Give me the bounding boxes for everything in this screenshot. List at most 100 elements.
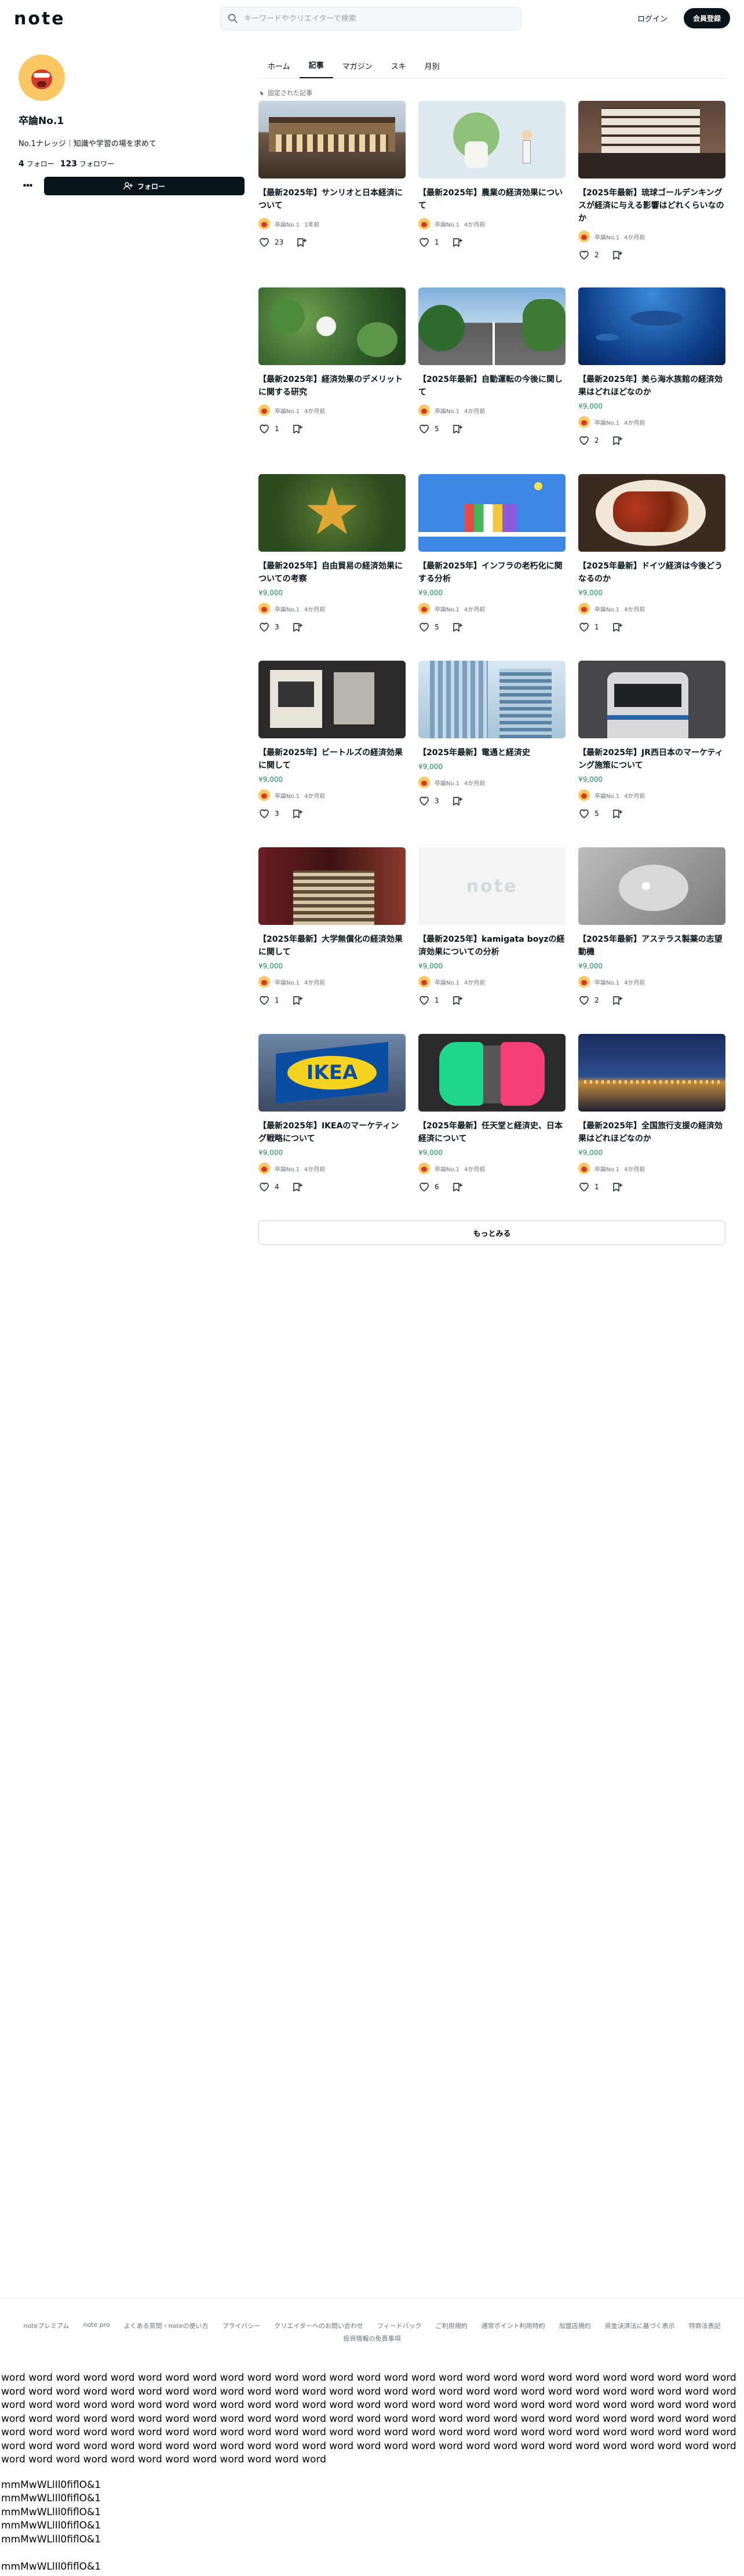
article-title[interactable]: 【最新2025年】JR西日本のマーケティング施策について bbox=[578, 746, 725, 772]
article-card[interactable]: 【最新2025年】ビートルズの経済効果に関して ¥9,000 卒論No.1 4か月前 3 bbox=[258, 661, 406, 847]
author-name[interactable]: 卒論No.1 bbox=[275, 220, 300, 228]
article-thumbnail[interactable] bbox=[418, 101, 566, 178]
article-title[interactable]: 【2025年最新】アステラス製薬の志望動機 bbox=[578, 933, 725, 959]
signup-button[interactable]: 会員登録 bbox=[683, 8, 730, 28]
author-name[interactable]: 卒論No.1 bbox=[275, 406, 300, 415]
creator-name[interactable]: 卒論No.1 bbox=[19, 112, 245, 127]
article-thumbnail[interactable] bbox=[578, 101, 725, 178]
article-title[interactable]: 【2025年最新】任天堂と経済史、日本経済について bbox=[418, 1120, 566, 1145]
heart-icon[interactable] bbox=[418, 236, 430, 248]
footer-link[interactable]: 特商法表記 bbox=[689, 2321, 721, 2330]
magazine-add-icon[interactable] bbox=[292, 994, 304, 1006]
tab-2[interactable]: マガジン bbox=[333, 60, 382, 78]
article-thumbnail[interactable] bbox=[258, 287, 406, 365]
heart-icon[interactable] bbox=[258, 994, 270, 1006]
author-name[interactable]: 卒論No.1 bbox=[595, 232, 619, 241]
author-avatar[interactable] bbox=[418, 405, 430, 416]
magazine-add-icon[interactable] bbox=[296, 236, 308, 248]
magazine-add-icon[interactable] bbox=[452, 1181, 464, 1193]
follower-count[interactable]: 123 フォロワー bbox=[60, 159, 114, 169]
article-title[interactable]: 【2025年最新】電通と経済史 bbox=[418, 746, 566, 759]
article-title[interactable]: 【最新2025年】インフラの老朽化に関する分析 bbox=[418, 560, 566, 585]
footer-link[interactable]: 加盟店規約 bbox=[559, 2321, 591, 2330]
load-more-button[interactable]: もっとみる bbox=[258, 1220, 725, 1245]
article-thumbnail[interactable] bbox=[578, 1034, 725, 1112]
article-thumbnail[interactable] bbox=[258, 661, 406, 738]
author-avatar[interactable] bbox=[258, 976, 270, 988]
more-options-button[interactable]: ••• bbox=[19, 177, 37, 195]
author-avatar[interactable] bbox=[578, 231, 590, 242]
article-thumbnail[interactable] bbox=[578, 847, 725, 925]
magazine-add-icon[interactable] bbox=[452, 423, 464, 435]
heart-icon[interactable] bbox=[418, 795, 430, 807]
article-card[interactable]: 【最新2025年】サンリオと日本経済について 卒論No.1 1年前 23 bbox=[258, 101, 406, 287]
article-thumbnail[interactable] bbox=[578, 661, 725, 738]
article-card[interactable]: 【最新2025年】全国旅行支援の経済効果はどれほどなのか ¥9,000 卒論No.1… bbox=[578, 1034, 725, 1220]
footer-link[interactable]: 投資情報の免責事項 bbox=[344, 2334, 401, 2343]
article-card[interactable]: 【最新2025年】経済効果のデメリットに関する研究 卒論No.1 4か月前 1 bbox=[258, 287, 406, 474]
article-title[interactable]: 【最新2025年】自由貿易の経済効果についての考察 bbox=[258, 560, 406, 585]
search-box[interactable] bbox=[220, 7, 521, 30]
article-thumbnail[interactable]: note bbox=[418, 847, 566, 925]
article-card[interactable]: 【2025年最新】琉球ゴールデンキングスが経済に与える影響はどれくらいなのか 卒論… bbox=[578, 101, 725, 287]
tab-3[interactable]: スキ bbox=[382, 60, 415, 78]
article-thumbnail[interactable] bbox=[418, 287, 566, 365]
footer-link[interactable]: プライバシー bbox=[222, 2321, 260, 2330]
author-avatar[interactable] bbox=[258, 603, 270, 614]
article-title[interactable]: 【最新2025年】IKEAのマーケティング戦略について bbox=[258, 1120, 406, 1145]
magazine-add-icon[interactable] bbox=[292, 808, 304, 819]
author-name[interactable]: 卒論No.1 bbox=[595, 604, 619, 613]
magazine-add-icon[interactable] bbox=[612, 994, 623, 1006]
author-name[interactable]: 卒論No.1 bbox=[435, 778, 459, 787]
article-thumbnail[interactable] bbox=[418, 1034, 566, 1112]
magazine-add-icon[interactable] bbox=[612, 1181, 623, 1193]
article-card[interactable]: 【2025年最新】大学無償化の経済効果に関して ¥9,000 卒論No.1 4か月前 1 bbox=[258, 847, 406, 1034]
footer-link[interactable]: クリエイターへのお問い合わせ bbox=[274, 2321, 363, 2330]
article-card[interactable]: 【最新2025年】インフラの老朽化に関する分析 ¥9,000 卒論No.1 4か月前 5 bbox=[418, 474, 566, 661]
heart-icon[interactable] bbox=[418, 994, 430, 1006]
article-card[interactable]: 【2025年最新】アステラス製薬の志望動機 ¥9,000 卒論No.1 4か月前 2 bbox=[578, 847, 725, 1034]
note-logo[interactable]: note bbox=[14, 9, 83, 29]
article-title[interactable]: 【最新2025年】美ら海水族館の経済効果はどれほどなのか bbox=[578, 373, 725, 399]
author-avatar[interactable] bbox=[418, 1163, 430, 1174]
article-thumbnail[interactable] bbox=[418, 661, 566, 738]
article-title[interactable]: 【最新2025年】ビートルズの経済効果に関して bbox=[258, 746, 406, 772]
article-thumbnail[interactable] bbox=[418, 474, 566, 552]
author-avatar[interactable] bbox=[258, 1163, 270, 1174]
heart-icon[interactable] bbox=[418, 423, 430, 435]
heart-icon[interactable] bbox=[258, 808, 270, 819]
author-name[interactable]: 卒論No.1 bbox=[435, 406, 459, 415]
author-name[interactable]: 卒論No.1 bbox=[595, 791, 619, 800]
author-name[interactable]: 卒論No.1 bbox=[275, 978, 300, 986]
article-card[interactable]: 【最新2025年】自由貿易の経済効果についての考察 ¥9,000 卒論No.1 4か月… bbox=[258, 474, 406, 661]
author-avatar[interactable] bbox=[258, 789, 270, 801]
magazine-add-icon[interactable] bbox=[452, 994, 464, 1006]
article-title[interactable]: 【2025年最新】ドイツ経済は今後どうなるのか bbox=[578, 560, 725, 585]
magazine-add-icon[interactable] bbox=[292, 621, 304, 633]
magazine-add-icon[interactable] bbox=[292, 1181, 304, 1193]
magazine-add-icon[interactable] bbox=[452, 236, 464, 248]
article-card[interactable]: 【最新2025年】美ら海水族館の経済効果はどれほどなのか ¥9,000 卒論No.1… bbox=[578, 287, 725, 474]
author-avatar[interactable] bbox=[258, 405, 270, 416]
article-card[interactable]: 【2025年最新】任天堂と経済史、日本経済について ¥9,000 卒論No.1 4か月… bbox=[418, 1034, 566, 1220]
article-thumbnail[interactable] bbox=[258, 847, 406, 925]
article-thumbnail[interactable]: IKEA bbox=[258, 1034, 406, 1112]
author-name[interactable]: 卒論No.1 bbox=[595, 978, 619, 986]
article-title[interactable]: 【最新2025年】農業の経済効果について bbox=[418, 187, 566, 212]
author-name[interactable]: 卒論No.1 bbox=[275, 791, 300, 800]
author-avatar[interactable] bbox=[418, 603, 430, 614]
heart-icon[interactable] bbox=[258, 1181, 270, 1193]
heart-icon[interactable] bbox=[258, 423, 270, 435]
article-title[interactable]: 【最新2025年】kamigata boyzの経済効果についての分析 bbox=[418, 933, 566, 959]
article-title[interactable]: 【最新2025年】経済効果のデメリットに関する研究 bbox=[258, 373, 406, 399]
tab-0[interactable]: ホーム bbox=[258, 60, 300, 78]
heart-icon[interactable] bbox=[578, 621, 590, 633]
author-name[interactable]: 卒論No.1 bbox=[435, 978, 459, 986]
article-card[interactable]: IKEA 【最新2025年】IKEAのマーケティング戦略について ¥9,000 卒論N… bbox=[258, 1034, 406, 1220]
article-title[interactable]: 【最新2025年】サンリオと日本経済について bbox=[258, 187, 406, 212]
author-avatar[interactable] bbox=[578, 1163, 590, 1174]
article-card[interactable]: 【2025年最新】電通と経済史 ¥9,000 卒論No.1 4か月前 3 bbox=[418, 661, 566, 847]
login-link[interactable]: ログイン bbox=[630, 8, 674, 28]
article-thumbnail[interactable] bbox=[258, 474, 406, 552]
magazine-add-icon[interactable] bbox=[612, 249, 623, 261]
